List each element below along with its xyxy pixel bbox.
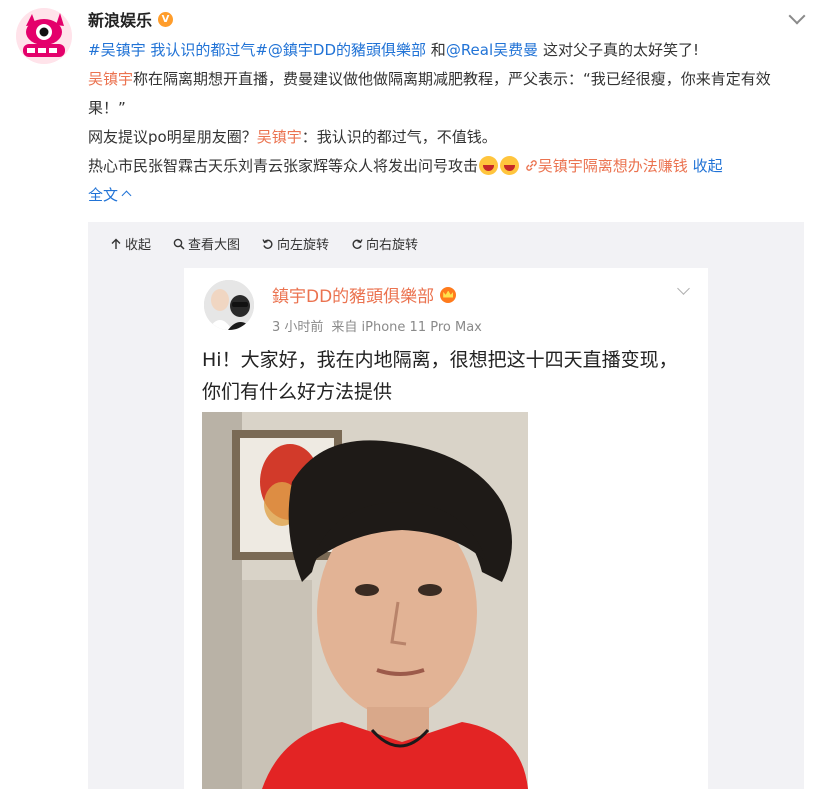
rotate-left-button[interactable]: 向左旋转 [262, 234, 329, 253]
view-large-button[interactable]: 查看大图 [173, 234, 240, 253]
rotate-right-label: 向右旋转 [366, 238, 419, 253]
collapse-media-button[interactable]: 收起 [110, 234, 151, 253]
mention-link-dd[interactable]: @鎮宇DD的豬頭俱樂部 [268, 41, 426, 59]
paragraph-3-tail: ：我认识的都过气，不值钱。 [301, 128, 497, 146]
collapse-link[interactable]: 收起 [693, 157, 723, 175]
card-text: Hi！大家好，我在内地隔离，很想把这十四天直播变现，你们有什么好方法提供 [202, 349, 678, 403]
card-user-avatar [204, 280, 254, 330]
mention-link-feiman[interactable]: @Real吴费曼 [446, 41, 538, 59]
card-meta: 3 小时前 来自 iPhone 11 Pro Max [272, 316, 482, 335]
verified-badge-icon: V [158, 11, 174, 27]
name-link-wu[interactable]: 吴镇宇 [88, 70, 133, 88]
paragraph-4-text: 热心市民张智霖古天乐刘青云张家辉等众人将发出问号攻击 [88, 157, 479, 175]
magnifier-icon [173, 238, 185, 250]
crown-badge-icon [440, 286, 457, 303]
chevron-down-icon[interactable] [788, 7, 806, 25]
card-username-text: 鎮宇DD的豬頭俱樂部 [272, 287, 435, 307]
view-large-label: 查看大图 [188, 238, 241, 253]
post-paragraph-4: 热心市民张智霖古天乐刘青云张家辉等众人将发出问号攻击 吴镇宇隔离想办法赚钱 收起 [88, 152, 808, 181]
media-panel: 收起 查看大图 向左旋转 向右旋转 鎮宇DD的豬頭俱樂部 3 小时前 来自 iP… [88, 222, 804, 789]
full-text-row: 全文 [88, 181, 808, 210]
paragraph-2-text: 称在隔离期想开直播，费曼建议做他做隔离期减肥教程，严父表示：“我已经很瘦，你来肯… [88, 70, 771, 117]
rotate-left-icon [262, 238, 273, 249]
post-headline: #吴镇宇 我认识的都过气#@鎮宇DD的豬頭俱樂部 和@Real吴费曼 这对父子真… [88, 36, 808, 65]
card-source: 来自 iPhone 11 Pro Max [331, 320, 482, 335]
rotate-right-button[interactable]: 向右旋转 [351, 234, 418, 253]
paragraph-3-text: 网友提议po明星朋友圈？ [88, 128, 257, 146]
join-text: 和 [430, 41, 446, 59]
laughing-face-icon [479, 156, 499, 175]
name-link-wu-2[interactable]: 吴镇宇 [257, 128, 302, 146]
sina-entertainment-logo [16, 8, 72, 64]
card-username: 鎮宇DD的豬頭俱樂部 [272, 282, 457, 307]
selfie-illustration [202, 412, 528, 789]
chevron-up-icon [121, 190, 132, 201]
full-text-link[interactable]: 全文 [88, 186, 118, 204]
author-name[interactable]: 新浪娱乐 [88, 7, 152, 31]
collapse-media-label: 收起 [125, 238, 152, 253]
headline-tail: 这对父子真的太好笑了! [542, 41, 699, 59]
avatar-photo [204, 280, 254, 330]
media-toolbar: 收起 查看大图 向左旋转 向右旋转 [110, 234, 418, 253]
author-avatar[interactable] [16, 8, 72, 64]
rotate-right-icon [352, 238, 363, 249]
link-icon [526, 160, 537, 171]
post-content: #吴镇宇 我认识的都过气#@鎮宇DD的豬頭俱樂部 和@Real吴费曼 这对父子真… [88, 36, 808, 210]
topic-link[interactable]: 吴镇宇隔离想办法赚钱 [538, 157, 688, 175]
embedded-post-image[interactable]: 鎮宇DD的豬頭俱樂部 3 小时前 来自 iPhone 11 Pro Max Hi… [184, 268, 708, 789]
rotate-left-label: 向左旋转 [277, 238, 330, 253]
card-time: 3 小时前 [272, 320, 324, 335]
post-author: 新浪娱乐 V [88, 7, 174, 31]
hashtag-link[interactable]: #吴镇宇 我认识的都过气# [88, 41, 268, 59]
laughing-face-icon [500, 156, 520, 175]
card-chevron-down-icon [677, 282, 690, 295]
arrow-up-icon [111, 238, 121, 249]
post-paragraph-3: 网友提议po明星朋友圈？吴镇宇：我认识的都过气，不值钱。 [88, 123, 808, 152]
post-paragraph-2: 吴镇宇称在隔离期想开直播，费曼建议做他做隔离期减肥教程，严父表示：“我已经很瘦，… [88, 65, 808, 123]
selfie-photo [202, 412, 528, 789]
